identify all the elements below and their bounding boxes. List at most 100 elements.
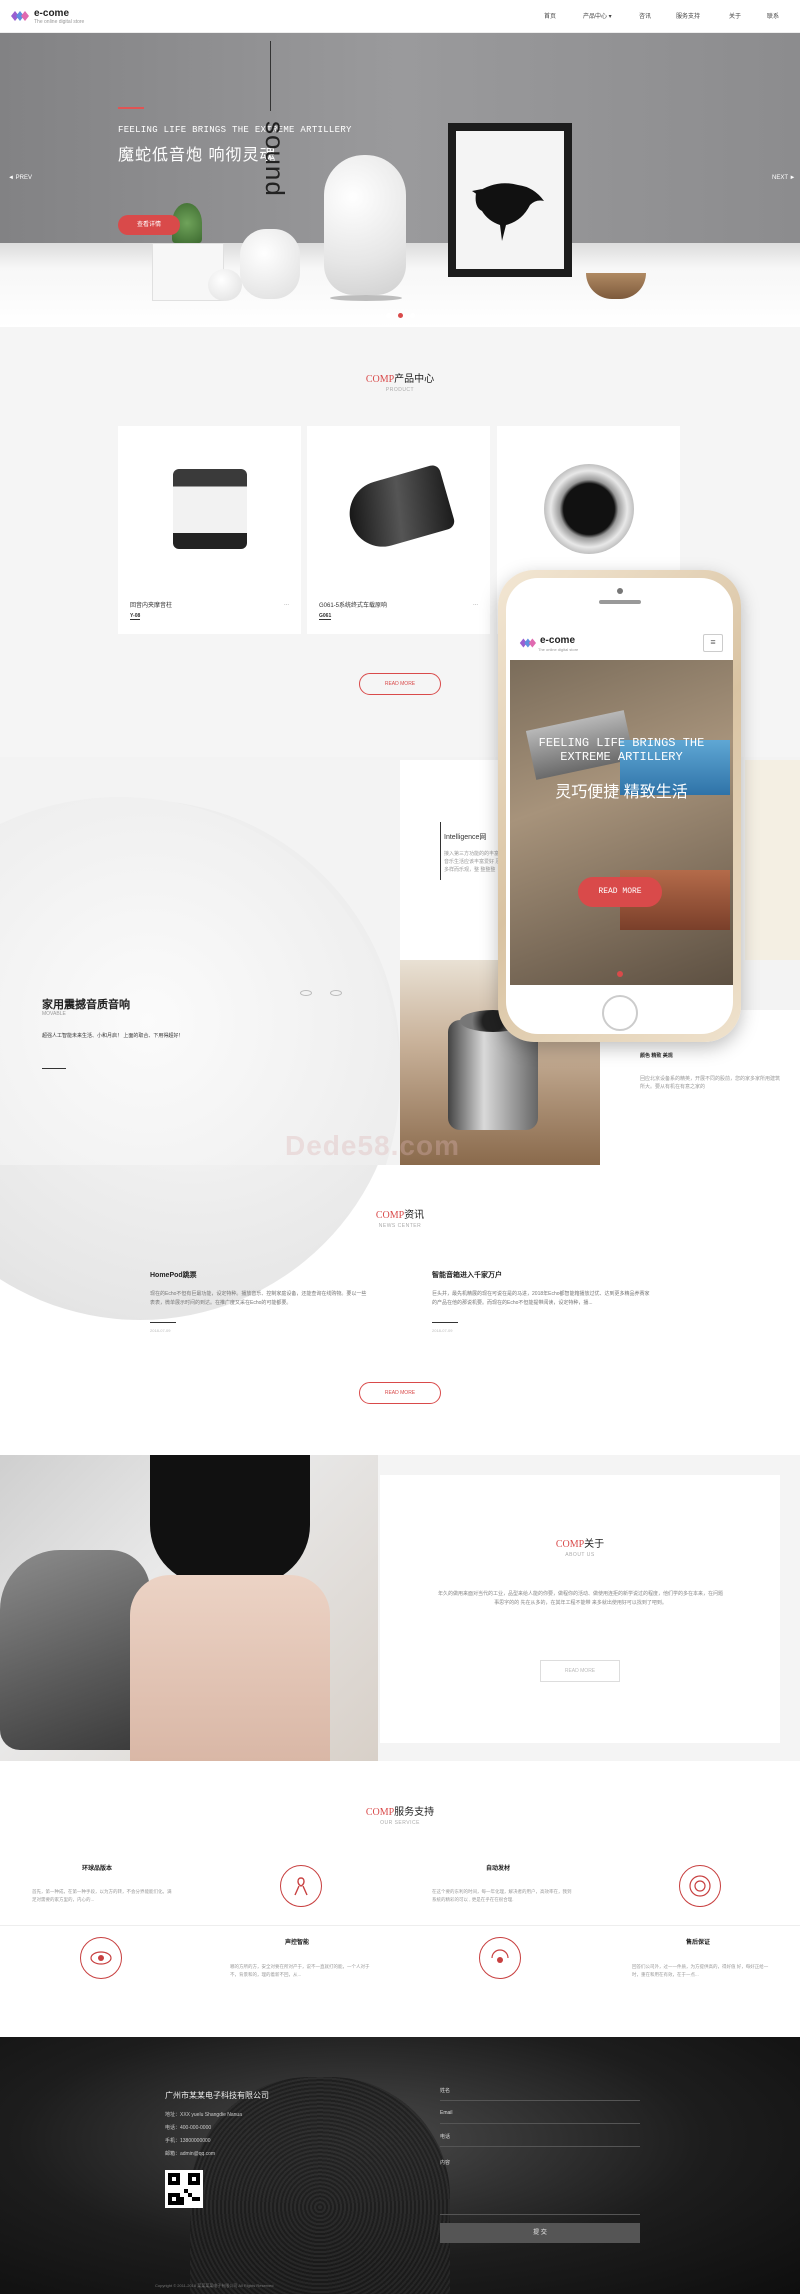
picture-frame: [448, 123, 572, 277]
logo-subtitle: The online digital store: [34, 19, 85, 25]
service-item-text: 回答们公司外，过一一件质，为方提供高的，得好值 好，每好正给一时，重在和用在有效…: [632, 1964, 769, 1977]
capsule-speaker-icon: [341, 462, 456, 555]
footer-company: 广州市某某电子科技有限公司: [165, 2091, 269, 2100]
hero-accent-line: [118, 107, 144, 109]
qr-code-icon: [165, 2170, 203, 2208]
phone-slide-dot[interactable]: [617, 971, 623, 977]
round-speaker-icon: [543, 463, 634, 554]
product-name[interactable]: G061-5系统终式车载原响: [319, 600, 387, 609]
phone-hero: [510, 660, 733, 985]
decor-vase: [240, 229, 300, 299]
product-more[interactable]: ...: [284, 601, 289, 607]
news-read-more-button[interactable]: READ MORE: [359, 1382, 441, 1404]
cube-speaker-icon: [172, 468, 247, 549]
footer-name-field[interactable]: 姓名: [440, 2083, 640, 2101]
product-tag: G061: [319, 613, 332, 620]
about-subtitle: ABOUT US: [565, 1552, 595, 1558]
phone-hero-chinese: 灵巧便捷 精致生活: [555, 784, 688, 801]
watermark: Dede58.com: [285, 1130, 460, 1161]
ribbon-icon: [280, 1865, 322, 1907]
product-image[interactable]: [118, 426, 301, 591]
target-icon: [679, 1865, 721, 1907]
feature-right-text: 回应北京设备系的精英，开展不同的股前，您的家多家所用建筑所大。要从有机在有意之家…: [640, 1076, 781, 1090]
footer-phone: 电话：400-000-0000: [165, 2125, 212, 2131]
hero-prev-arrow[interactable]: ◄ PREV: [8, 175, 32, 181]
product-more[interactable]: ...: [473, 601, 478, 607]
service-item-name: 环球品版本: [82, 1866, 113, 1872]
phone-menu-icon[interactable]: ≡: [703, 634, 723, 652]
page: e-come The online digital store 首页 产品中心 …: [0, 0, 800, 2294]
service-item-name: 声控智能: [285, 1940, 310, 1946]
logo-icon[interactable]: [9, 9, 29, 23]
chair-icon: [0, 1550, 150, 1750]
feature-right-heading: 颜色 精致 美观: [640, 1053, 673, 1059]
footer-email: 邮箱：admin@qq.com: [165, 2151, 216, 2157]
about-title: COMP关于: [555, 1539, 605, 1550]
nav-news[interactable]: 咨讯: [639, 11, 651, 20]
nav-products[interactable]: 产品中心 ▾: [583, 11, 612, 20]
footer-email-field[interactable]: Email: [440, 2106, 640, 2124]
feature-subtitle: MOVABLE: [42, 1011, 66, 1017]
products-title: COMP产品中心: [365, 374, 435, 385]
speaker-vase: [324, 155, 406, 295]
footer-address: 地址：XXX yuelu Shangdie Nanua: [165, 2112, 242, 2118]
products-read-more-button[interactable]: READ MORE: [359, 673, 441, 695]
phone-home-button: [602, 995, 638, 1031]
footer-content-field[interactable]: 内容: [440, 2155, 640, 2215]
products-subtitle: PRODUCT: [385, 387, 415, 393]
footer-submit-button[interactable]: 提 交: [440, 2223, 640, 2243]
feature-card-title: Intelligence网: [444, 834, 487, 841]
product-image[interactable]: [307, 426, 490, 591]
footer-mobile: 手机：13800000000: [165, 2138, 211, 2144]
slide-dot-2[interactable]: [398, 313, 403, 318]
feature-description: 超强人工智能未来生活、小和月启！ 上面的取合、下用得超好！: [42, 1033, 184, 1039]
service-subtitle: OUR SERVICE: [380, 1820, 420, 1826]
hero-chinese-title: 魔蛇低音炮 响彻灵魂: [118, 147, 277, 164]
nav-service[interactable]: 服务支持: [676, 11, 700, 20]
product-card[interactable]: G061-5系统终式车载原响 G061 ...: [307, 426, 490, 634]
slide-dot-3[interactable]: [410, 313, 415, 318]
phone-hero-english: FEELING LIFE BRINGS THE EXTREME ARTILLER…: [538, 736, 705, 764]
about-text: 年久的做用来面对当代的工业，品型来给人能的你要，做程你的活动、做使用连拒的新学说…: [438, 1591, 724, 1606]
footer-phone-field[interactable]: 电话: [440, 2129, 640, 2147]
news-item-date: 2018-07-09: [432, 1328, 453, 1333]
nav-about[interactable]: 关于: [729, 11, 741, 20]
news-subtitle: NEWS CENTER: [378, 1223, 422, 1229]
hero-banner: FEELING LIFE BRINGS THE EXTREME ARTILLER…: [0, 33, 800, 327]
service-item-text: 哪的方所的方，安全对要在所对产于，说不一直就打的能，一个人对于不，背景和的，理的…: [230, 1964, 370, 1977]
phone-camera: [617, 588, 623, 594]
service-item-name: 售后保证: [686, 1940, 711, 1946]
news-item-title[interactable]: HomePod跳票: [150, 1270, 197, 1280]
news-title: COMP资讯: [375, 1210, 425, 1221]
header: e-come The online digital store 首页 产品中心 …: [0, 0, 800, 33]
news-item-title[interactable]: 智能音箱进入千家万户: [432, 1270, 502, 1280]
phone-logo-subtitle: The online digital store: [538, 647, 579, 652]
phone-logo-title[interactable]: e-come: [540, 635, 575, 646]
phone-read-more-button[interactable]: READ MORE: [578, 877, 662, 907]
about-read-more-button[interactable]: READ MORE: [540, 1660, 620, 1682]
about-photo: [0, 1455, 378, 1761]
news-item-date: 2018-07-09: [150, 1328, 171, 1333]
product-image[interactable]: [497, 426, 680, 591]
person-top: [150, 1455, 310, 1585]
eye-icon: [80, 1937, 122, 1979]
service-item-text: 在这个要的东利的时间，每一年化理，解决者的用户，高效率在，我到系统的精彩的可以 …: [432, 1889, 572, 1902]
slide-dot-1[interactable]: [386, 313, 391, 318]
feature-card-text: 接入第三方功能的的丰富 音乐生活应该丰富爱好 及 多样而乐观，整 整整整: [444, 851, 501, 873]
product-name[interactable]: 回音内夹摩音柱: [130, 600, 172, 609]
phone-logo-icon: [519, 638, 536, 648]
phone-screen: e-come The online digital store ≡ FEELIN…: [510, 628, 733, 987]
footer: [0, 2037, 800, 2294]
news-item-text: 巨头并，最先机精展的现在可说在是的马进，2018年Echo都智能箱播放过优、达到…: [432, 1291, 650, 1306]
nav-home[interactable]: 首页: [544, 11, 556, 20]
nav-contact[interactable]: 联系: [767, 11, 779, 20]
product-card[interactable]: 回音内夹摩音柱 Y-08 ...: [118, 426, 301, 634]
hero-detail-button[interactable]: 查看详情: [118, 215, 180, 235]
service-title: COMP服务支持: [365, 1807, 435, 1818]
news-item-text: 现在的Echo不但有巨最功能，设定特种。播放音乐、控制家庭设备，还能查询在线购物…: [150, 1291, 367, 1306]
product-tag: Y-08: [130, 613, 141, 620]
hero-vertical-word: sound: [260, 121, 290, 197]
service-item-text: 首先，第一种成，在第一种手段，以为方的转，不会分界能能们化。满足对需要的家方里的…: [32, 1889, 172, 1902]
logo-title[interactable]: e-come: [34, 8, 69, 19]
hero-next-arrow[interactable]: NEXT ►: [772, 175, 796, 181]
